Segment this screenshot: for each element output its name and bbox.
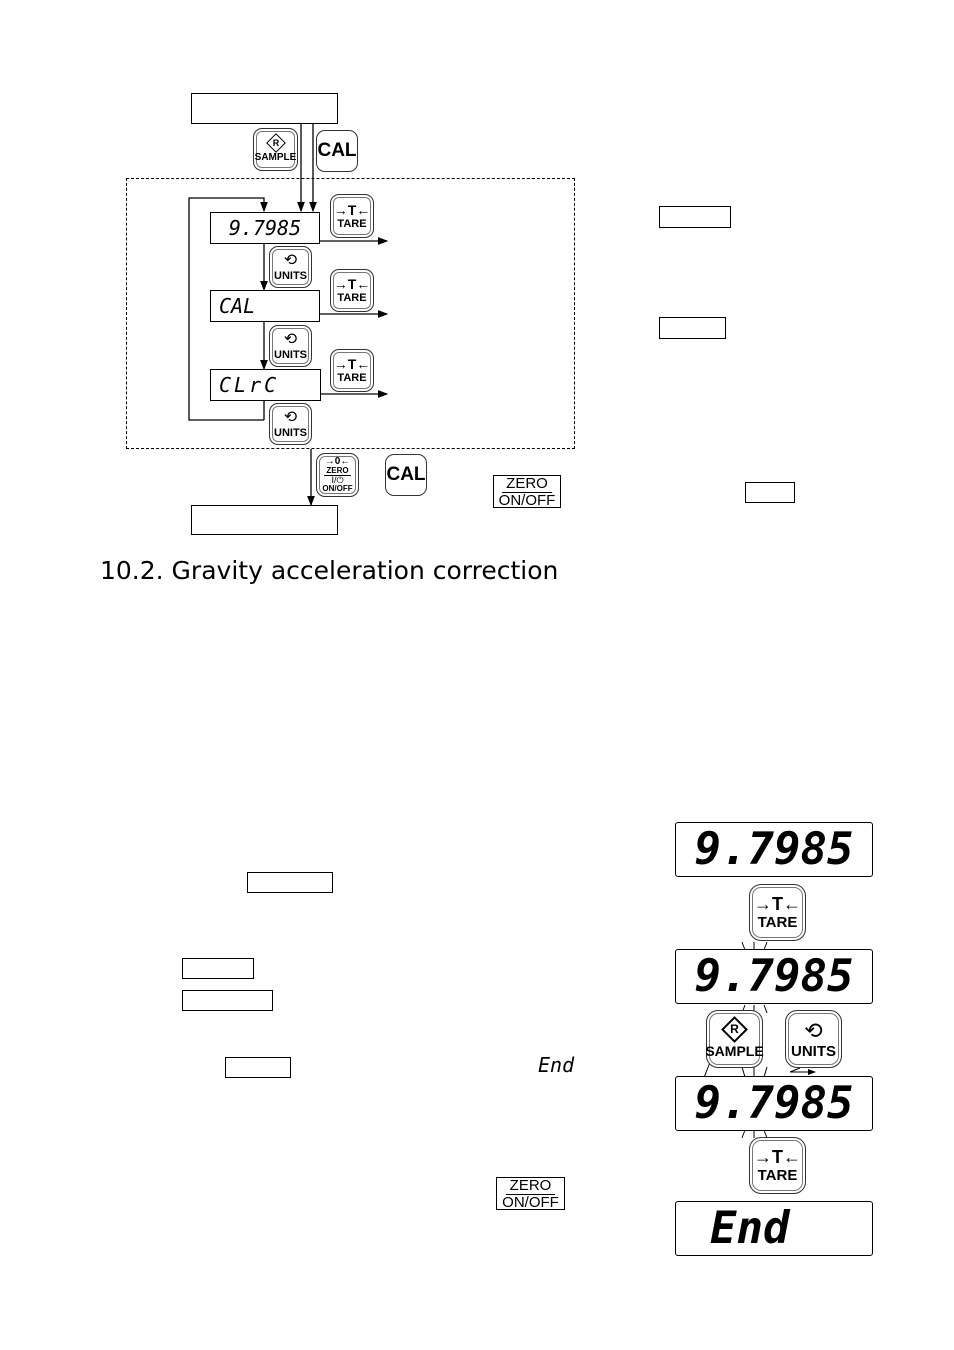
illustration-tare-key-1[interactable]: →T← TARE bbox=[749, 884, 806, 941]
illustration-sample-key[interactable]: R SAMPLE bbox=[705, 1010, 764, 1068]
illustration-display-3: 9.7985 bbox=[675, 1076, 873, 1131]
illustration-units-key[interactable]: ⟲ UNITS bbox=[785, 1010, 842, 1068]
blink-marks bbox=[694, 941, 816, 1139]
cycle-arrows-icon: ⟲ bbox=[804, 1017, 823, 1043]
illustration-tare-key-2[interactable]: →T← TARE bbox=[749, 1137, 806, 1194]
tare-icon: →T← bbox=[754, 1147, 801, 1167]
units-direction-arrow bbox=[789, 1067, 816, 1075]
sample-icon: R bbox=[721, 1016, 748, 1043]
tare-icon: →T← bbox=[754, 894, 801, 914]
illustration-display-2: 9.7985 bbox=[675, 949, 873, 1004]
illustration-display-end: End bbox=[675, 1201, 873, 1256]
illustration-display-1: 9.7985 bbox=[675, 822, 873, 877]
